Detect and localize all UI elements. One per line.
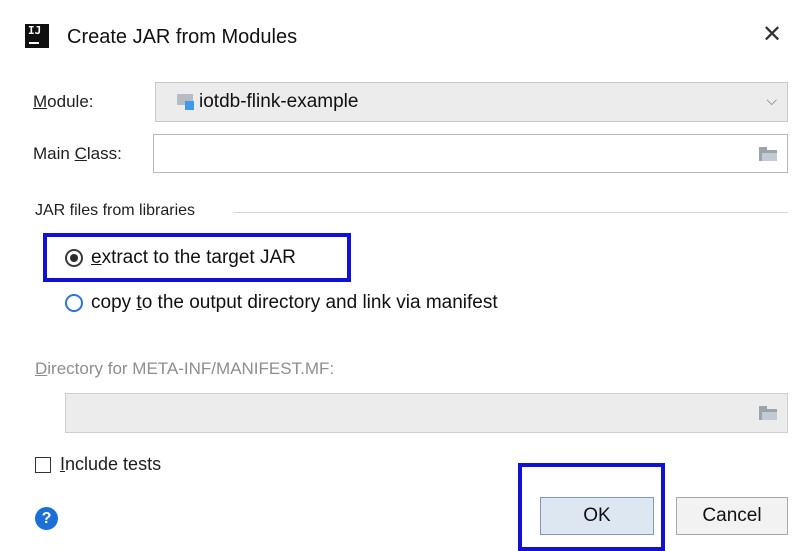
module-label-text: Module: (33, 92, 94, 111)
main-class-label: Main Class: (33, 143, 122, 165)
module-dropdown[interactable]: iotdb-flink-example ⌵ (155, 82, 788, 122)
manifest-directory-input (65, 393, 788, 433)
module-label: Module: (33, 91, 94, 113)
manifest-directory-label: Directory for META-INF/MANIFEST.MF: (35, 358, 334, 380)
cancel-button[interactable]: Cancel (676, 497, 788, 535)
radio-copy-label[interactable]: copy to the output directory and link vi… (91, 291, 498, 315)
folder-icon (759, 406, 777, 420)
include-tests-label[interactable]: Include tests (60, 453, 161, 475)
radio-copy-label-text: copy to the output directory and link vi… (91, 292, 498, 313)
dialog-title: Create JAR from Modules (67, 26, 298, 48)
intellij-app-icon: IJ (25, 24, 49, 48)
ok-button[interactable]: OK (540, 497, 654, 535)
include-tests-checkbox[interactable] (35, 457, 51, 473)
main-class-input[interactable] (153, 134, 788, 173)
main-class-label-text: Main Class: (33, 144, 122, 163)
title-bar: IJ Create JAR from Modules ✕ (0, 0, 798, 78)
radio-extract-label-text: extract to the target JAR (91, 247, 296, 268)
radio-extract-label[interactable]: extract to the target JAR (91, 246, 296, 270)
radio-extract[interactable] (65, 249, 83, 267)
jar-files-group-title: JAR files from libraries (35, 202, 196, 219)
module-dropdown-value: iotdb-flink-example (199, 91, 359, 112)
module-folder-icon (177, 94, 194, 110)
help-icon[interactable]: ? (35, 507, 58, 530)
group-separator (233, 212, 788, 213)
include-tests-label-text: Include tests (60, 454, 162, 474)
close-icon[interactable]: ✕ (760, 20, 784, 50)
folder-icon[interactable] (759, 147, 777, 161)
chevron-down-icon: ⌵ (766, 92, 777, 108)
manifest-directory-label-text: Directory for META-INF/MANIFEST.MF: (35, 359, 335, 378)
radio-copy[interactable] (65, 294, 83, 312)
